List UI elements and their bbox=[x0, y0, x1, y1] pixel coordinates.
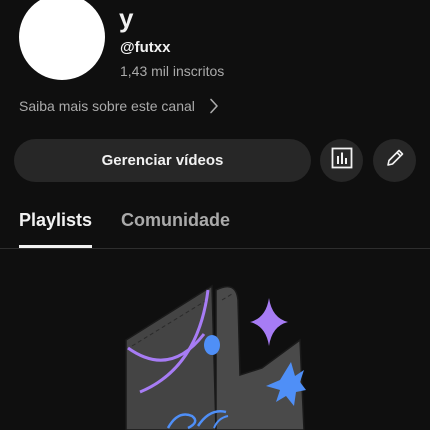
about-channel-link[interactable]: Saiba mais sobre este canal bbox=[19, 95, 219, 117]
chevron-right-icon bbox=[209, 98, 219, 114]
about-channel-label: Saiba mais sobre este canal bbox=[19, 98, 195, 114]
active-tab-indicator bbox=[19, 245, 92, 248]
edit-channel-button[interactable] bbox=[373, 139, 416, 182]
tab-community[interactable]: Comunidade bbox=[121, 208, 230, 232]
pencil-icon bbox=[384, 147, 406, 174]
channel-avatar[interactable] bbox=[19, 0, 105, 80]
empty-state-illustration bbox=[0, 260, 430, 430]
channel-handle: @futxx bbox=[120, 39, 171, 56]
channel-name: y bbox=[119, 3, 134, 33]
analytics-button[interactable] bbox=[320, 139, 363, 182]
channel-page: y @futxx 1,43 mil inscritos Saiba mais s… bbox=[0, 0, 430, 430]
tab-playlists[interactable]: Playlists bbox=[19, 208, 92, 232]
manage-videos-button[interactable]: Gerenciar vídeos bbox=[14, 139, 311, 182]
subscriber-count: 1,43 mil inscritos bbox=[120, 63, 225, 79]
bar-chart-icon bbox=[331, 147, 353, 174]
channel-tabs: Playlists Comunidade bbox=[0, 200, 430, 249]
